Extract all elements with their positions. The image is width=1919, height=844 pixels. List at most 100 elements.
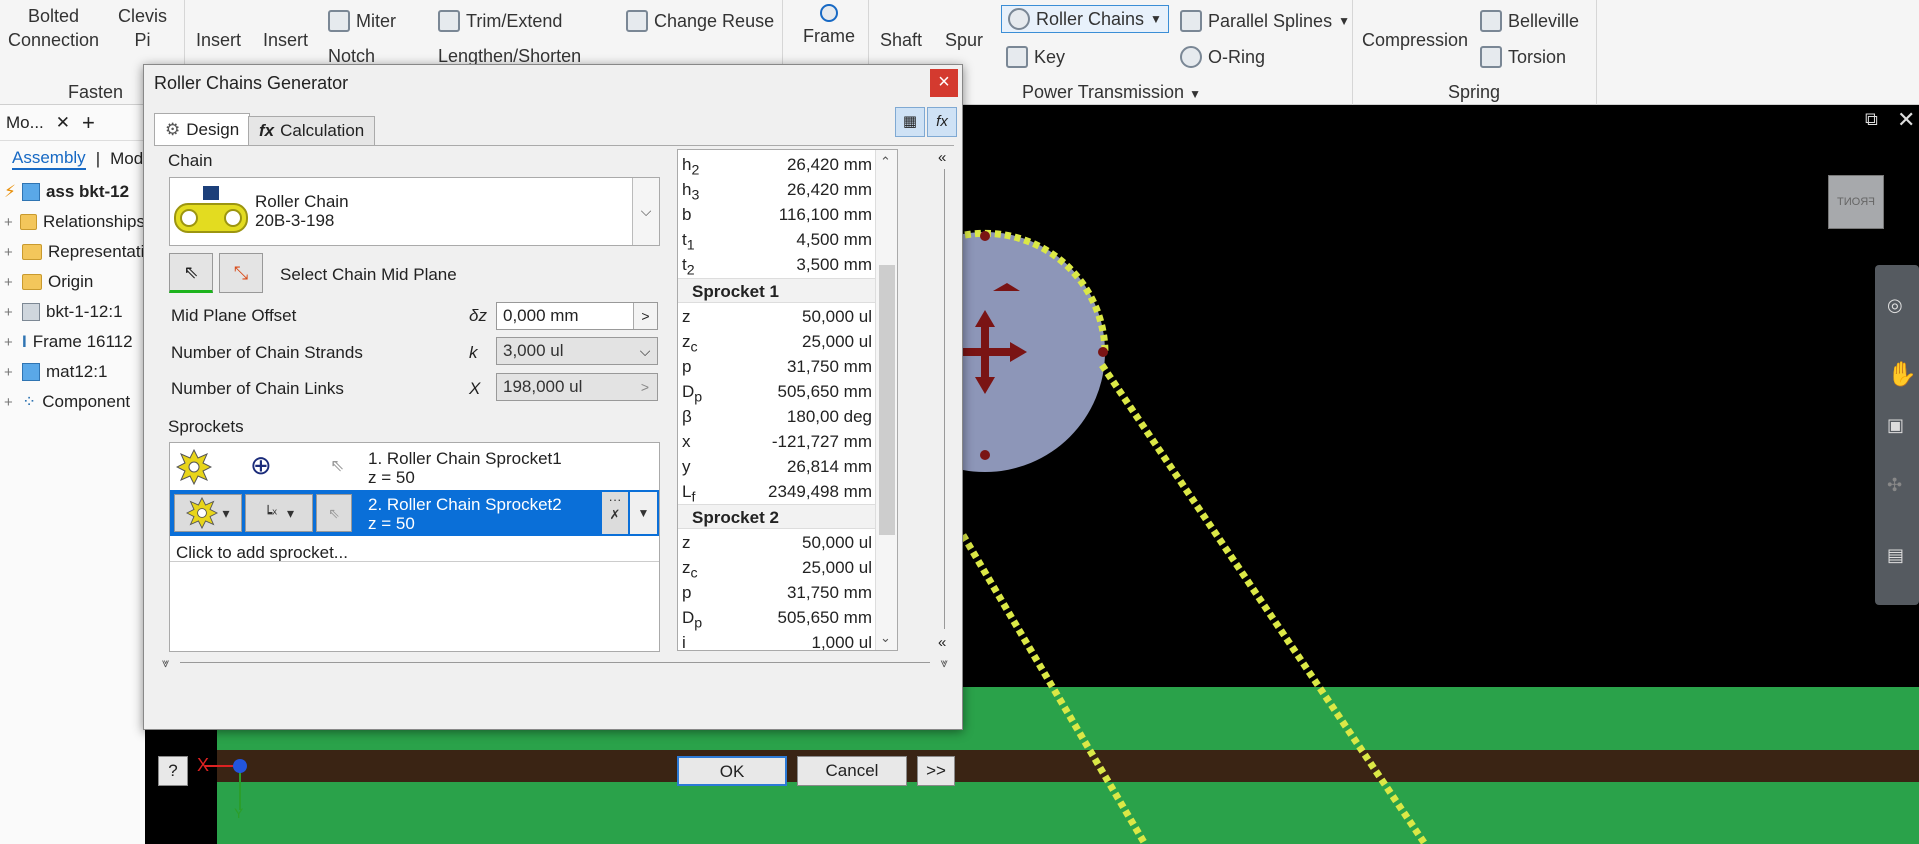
chain-type-select[interactable]: Roller Chain 20B-3-198 ⌵ bbox=[169, 177, 660, 246]
tree-item-component[interactable]: + ⁘ Component bbox=[0, 387, 145, 417]
chain-library-button[interactable]: ▦ bbox=[895, 107, 925, 137]
chevron-down-icon[interactable]: ⌵ bbox=[632, 178, 659, 245]
chevron-down-icon: ▾ bbox=[222, 504, 230, 521]
look-at-icon[interactable]: ▤ bbox=[1887, 545, 1904, 566]
tab-assembly[interactable]: Assembly bbox=[12, 148, 86, 170]
close-icon[interactable]: ✕ bbox=[1897, 107, 1915, 133]
cancel-button[interactable]: Cancel bbox=[797, 756, 907, 786]
chevron-right-icon[interactable]: > bbox=[633, 303, 657, 329]
viewcube[interactable]: FRONT bbox=[1828, 175, 1884, 229]
close-icon[interactable]: ✕ bbox=[56, 113, 70, 133]
roller-chains-button[interactable]: Roller Chains ▼ bbox=[1001, 5, 1169, 33]
bolted-connection-button[interactable]: Bolted Connection bbox=[8, 4, 99, 52]
collapse-icon[interactable]: « bbox=[938, 149, 946, 166]
trim-extend-button[interactable]: Trim/Extend bbox=[438, 10, 562, 32]
tree-item-label: Origin bbox=[48, 272, 94, 291]
expand-icon[interactable]: + bbox=[4, 334, 16, 351]
change-reuse-button[interactable]: Change Reuse bbox=[626, 10, 774, 32]
insert-frame-button[interactable]: Insert bbox=[196, 28, 241, 52]
expand-down-icon[interactable]: ⩔ bbox=[941, 655, 948, 671]
shaft-button[interactable]: Shaft bbox=[880, 28, 922, 52]
more-options-button[interactable]: ··· ✗ bbox=[602, 492, 628, 534]
clevis-pin-button[interactable]: Clevis Pi bbox=[118, 4, 167, 52]
placement-select[interactable]: ┕ˣ ▾ bbox=[245, 494, 313, 532]
formula-button[interactable]: fx bbox=[927, 107, 957, 137]
representations-icon bbox=[22, 244, 42, 260]
library-icon: ▦ bbox=[902, 113, 918, 130]
tree-item-root[interactable]: ⚡ ass bkt-12 bbox=[0, 177, 145, 207]
sprocket-position-icon[interactable]: ⊕ bbox=[250, 450, 272, 481]
frame-analysis-button[interactable]: Frame bbox=[803, 4, 855, 48]
chevron-right-icon[interactable]: > bbox=[633, 374, 657, 400]
expand-icon[interactable]: + bbox=[4, 244, 16, 261]
tree-item-mat[interactable]: + mat12:1 bbox=[0, 357, 145, 387]
key-button[interactable]: Key bbox=[1006, 46, 1065, 68]
add-icon[interactable]: + bbox=[82, 110, 95, 136]
help-button[interactable]: ? bbox=[158, 756, 188, 786]
chevron-down-icon[interactable]: ▼ bbox=[1150, 12, 1162, 26]
add-sprocket-link[interactable]: Click to add sprocket... bbox=[176, 543, 348, 563]
window-restore-icon[interactable]: ⧉ bbox=[1865, 109, 1878, 130]
steering-wheel-icon[interactable]: ◎ bbox=[1887, 295, 1903, 316]
assembly-icon bbox=[21, 183, 40, 201]
origin-indicator bbox=[233, 759, 247, 773]
collapse-icon[interactable]: « bbox=[938, 634, 946, 651]
cursor-icon[interactable]: ⇖ bbox=[330, 456, 344, 476]
expand-icon[interactable]: + bbox=[4, 394, 16, 411]
expand-icon[interactable]: + bbox=[4, 214, 14, 231]
expand-icon[interactable]: + bbox=[4, 364, 16, 381]
chevron-up-icon[interactable]: ⌃ bbox=[880, 154, 891, 170]
tab-design[interactable]: ⚙ Design bbox=[154, 113, 251, 145]
tree-item-frame[interactable]: + I Frame 16112 bbox=[0, 327, 145, 357]
frame-analysis-label: Frame bbox=[803, 26, 856, 46]
select-plane-button[interactable]: ⇖ bbox=[169, 253, 213, 293]
chevron-down-icon[interactable]: ▼ bbox=[1338, 14, 1350, 28]
chain-links-input[interactable]: 198,000 ul > bbox=[496, 373, 658, 401]
zoom-icon[interactable]: ▣ bbox=[1887, 415, 1904, 436]
belleville-spring-button[interactable]: Belleville bbox=[1480, 10, 1579, 32]
compression-spring-button[interactable]: Compression bbox=[1362, 28, 1468, 52]
table-row: zc 25,000 ul bbox=[678, 329, 897, 355]
parallel-splines-button[interactable]: Parallel Splines ▼ bbox=[1180, 10, 1350, 32]
spur-gear-button[interactable]: Spur bbox=[945, 28, 983, 52]
pan-icon[interactable]: ✋ bbox=[1887, 360, 1917, 389]
table-row: z 50,000 ul bbox=[678, 530, 897, 555]
tree-item-relationships[interactable]: + Relationships bbox=[0, 207, 145, 237]
select-sprocket-button[interactable]: ⇖ bbox=[316, 494, 352, 532]
expand-icon[interactable]: + bbox=[4, 304, 16, 321]
list-item[interactable]: ⊕ ⇖ 1. Roller Chain Sprocket1 z = 50 bbox=[170, 444, 659, 490]
insert-end-cap-button[interactable]: Insert bbox=[263, 28, 308, 52]
panel-splitter[interactable]: ⩔ ⩔ bbox=[154, 655, 954, 671]
sprocket-type-select[interactable]: ▾ bbox=[174, 494, 242, 532]
close-button[interactable]: × bbox=[930, 69, 958, 97]
miter-button[interactable]: Miter bbox=[328, 10, 396, 32]
collapse-results-strip[interactable]: « « bbox=[936, 149, 954, 651]
list-item[interactable]: ▾ ┕ˣ ▾ ⇖ 2. Roller Chain Sprocket2 z = 5… bbox=[170, 490, 659, 536]
table-row: p 31,750 mm bbox=[678, 354, 897, 379]
results-scrollbar[interactable]: ⌃ ⌄ bbox=[875, 150, 897, 650]
orbit-icon[interactable]: ✣ bbox=[1887, 475, 1902, 496]
mid-plane-offset-value: 0,000 mm bbox=[503, 306, 579, 325]
power-transmission-panel-label[interactable]: Power Transmission ▼ bbox=[1022, 82, 1201, 103]
tree-item-representations[interactable]: + Representati bbox=[0, 237, 145, 267]
list-divider bbox=[170, 561, 659, 562]
torsion-spring-button[interactable]: Torsion bbox=[1480, 46, 1566, 68]
chain-strands-select[interactable]: 3,000 ul ⌵ bbox=[496, 337, 658, 365]
key-label: Key bbox=[1034, 46, 1066, 67]
o-ring-button[interactable]: O-Ring bbox=[1180, 46, 1265, 68]
more-button[interactable]: >> bbox=[917, 756, 955, 786]
model-browser: Mo... ✕ + Assembly | Mode ⚡ ass bkt-12 +… bbox=[0, 105, 153, 844]
scrollbar-thumb[interactable] bbox=[879, 265, 895, 535]
expand-icon[interactable]: + bbox=[4, 274, 16, 291]
mid-plane-offset-input[interactable]: 0,000 mm > bbox=[496, 302, 658, 330]
tab-calculation[interactable]: fx Calculation bbox=[248, 116, 376, 145]
chevron-down-icon[interactable]: ⌵ bbox=[633, 338, 657, 364]
expand-down-icon[interactable]: ⩔ bbox=[162, 655, 169, 671]
tree-item-label: Representati bbox=[48, 242, 145, 261]
flip-plane-button[interactable]: ⤡ bbox=[219, 253, 263, 293]
chevron-down-icon[interactable]: ⌄ bbox=[880, 630, 891, 646]
tree-item-origin[interactable]: + Origin bbox=[0, 267, 145, 297]
tree-item-bkt[interactable]: + bkt-1-12:1 bbox=[0, 297, 145, 327]
chevron-down-icon[interactable]: ▼ bbox=[630, 492, 657, 534]
ok-button[interactable]: OK bbox=[677, 756, 787, 786]
